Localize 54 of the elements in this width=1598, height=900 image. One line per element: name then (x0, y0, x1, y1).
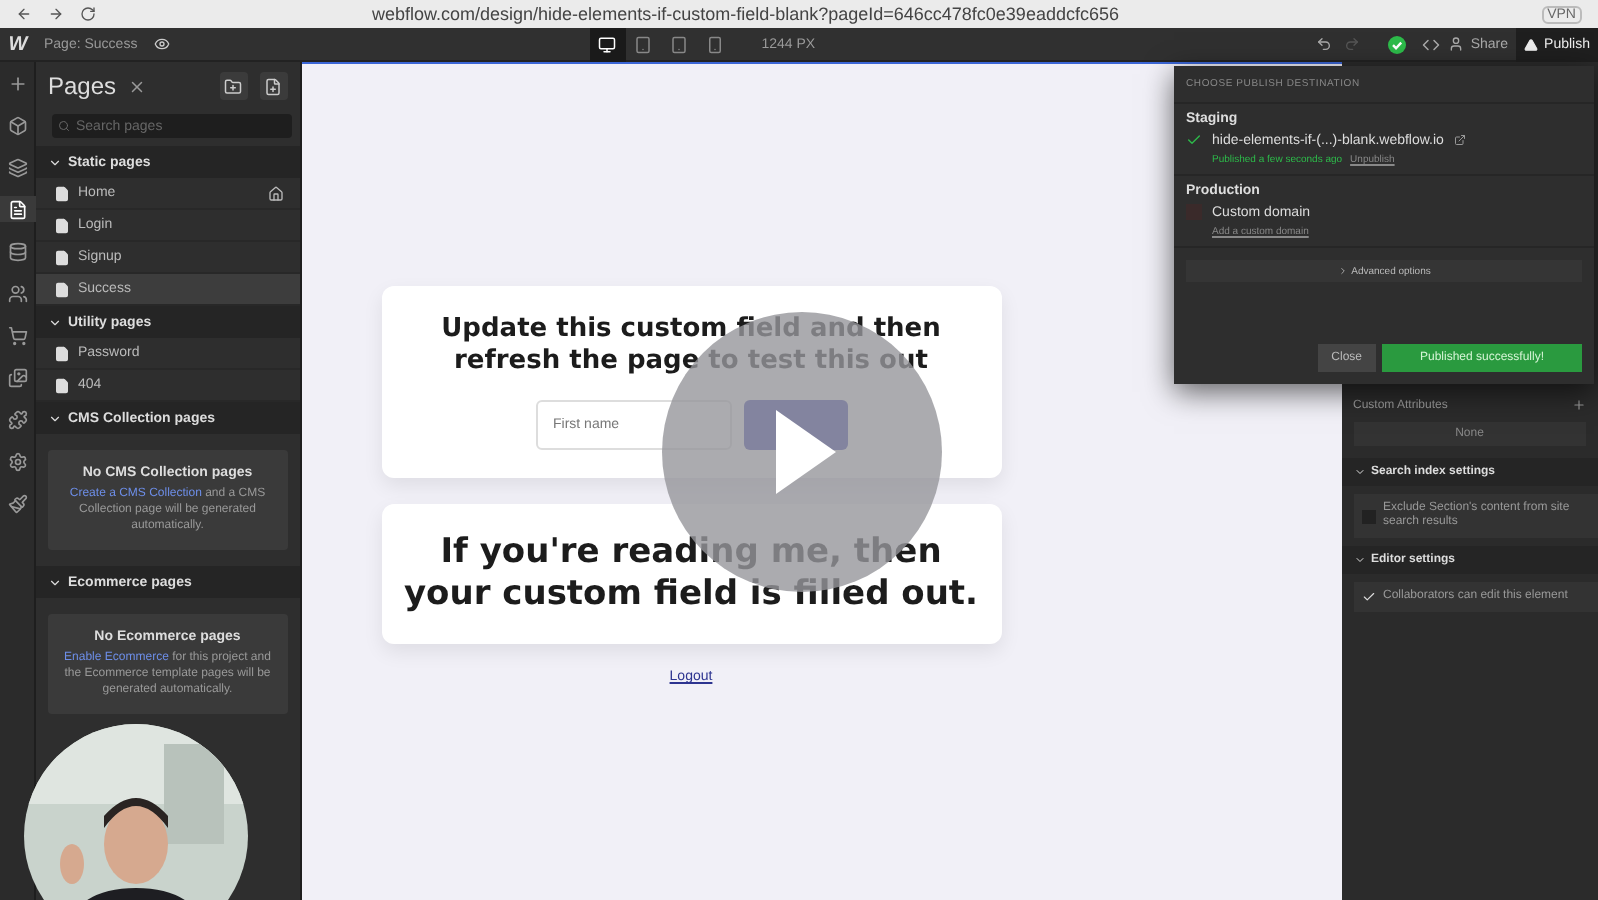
status-check-icon[interactable] (1388, 35, 1407, 53)
tablet-icon (670, 35, 689, 53)
users-icon (7, 283, 27, 303)
brush-icon (7, 493, 27, 513)
chevron-icon (1337, 266, 1348, 276)
folder-plus-icon (224, 77, 242, 95)
new-page-button[interactable] (259, 72, 287, 100)
user-icon (1448, 36, 1465, 52)
reload-icon[interactable] (80, 6, 96, 22)
external-link-icon[interactable] (1453, 134, 1466, 146)
settings-icon (7, 451, 27, 471)
panel-title: Pages (48, 72, 117, 100)
phone-icon (706, 35, 725, 53)
page-icon (54, 249, 70, 265)
puzzle-icon (7, 409, 27, 429)
undo-icon[interactable] (1316, 36, 1333, 52)
back-icon[interactable] (16, 6, 32, 22)
images-icon (7, 367, 27, 387)
forward-icon[interactable] (48, 6, 64, 22)
monitor-icon (598, 35, 617, 53)
file-plus-icon (264, 77, 282, 95)
cube-icon (7, 115, 27, 135)
database-icon (7, 241, 27, 261)
check-icon (1186, 132, 1202, 148)
eye-icon[interactable] (153, 36, 170, 52)
new-folder-button[interactable] (219, 72, 247, 100)
code-icon[interactable] (1422, 35, 1441, 53)
tablet-icon (634, 35, 653, 53)
cart-icon (7, 325, 27, 345)
triangle-icon (1524, 37, 1539, 51)
add-icon[interactable] (1572, 398, 1586, 412)
logo[interactable]: W (0, 33, 36, 55)
chevron-icon (48, 155, 62, 169)
check-icon (1361, 590, 1375, 604)
chevron-icon (48, 411, 62, 425)
page-icon (54, 345, 70, 361)
chevron-icon (1353, 554, 1365, 566)
page-icon (54, 281, 70, 297)
device-button[interactable] (589, 27, 626, 61)
chevron-icon (1353, 466, 1365, 478)
url-text[interactable]: webflow.com/design/hide-elements-if-custom-field-blank?pageId=646cc478fc0e39eaddcfc656 (372, 4, 1119, 24)
page-icon (7, 199, 27, 219)
search-icon (58, 120, 70, 132)
layers-icon (7, 157, 27, 177)
page-icon (54, 185, 70, 201)
add-icon (7, 73, 27, 93)
page-icon (54, 217, 70, 233)
close-icon[interactable] (128, 77, 147, 95)
page-icon (54, 377, 70, 393)
rail-button[interactable] (0, 196, 35, 222)
chevron-icon (48, 315, 62, 329)
chevron-icon (48, 575, 62, 589)
checkbox[interactable] (1186, 132, 1202, 148)
checkbox[interactable] (1361, 590, 1375, 604)
